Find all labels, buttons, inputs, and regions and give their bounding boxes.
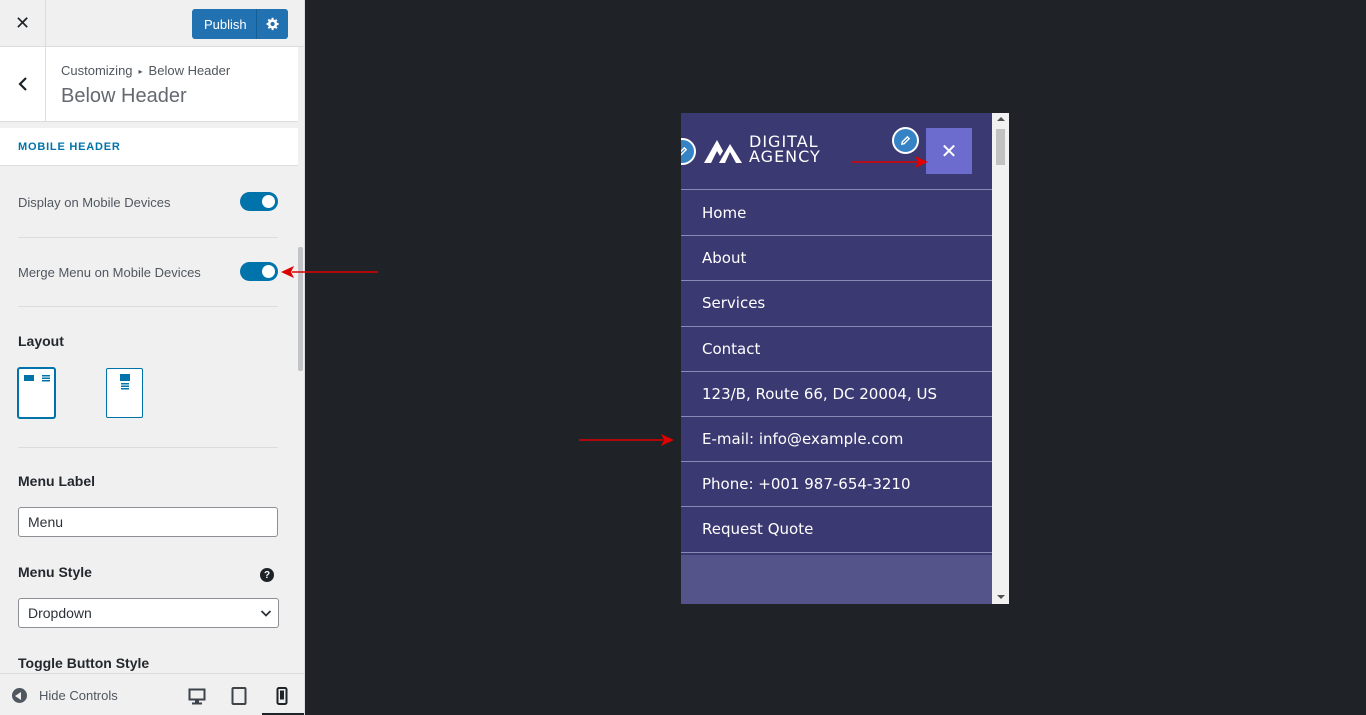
site-header: DIGITAL AGENCY ✕ [681, 113, 992, 190]
desktop-icon [188, 688, 206, 704]
menu-label-title: Menu Label [18, 473, 96, 489]
help-icon[interactable]: ? [260, 568, 274, 582]
mobile-menu: Home About Services Contact 123/B, Route… [681, 191, 992, 553]
chevron-down-icon [260, 610, 272, 617]
merge-menu-label: Merge Menu on Mobile Devices [18, 265, 201, 280]
scroll-down-icon [997, 595, 1005, 599]
sidebar-scrollbar[interactable] [298, 247, 303, 371]
publish-label: Publish [204, 16, 247, 32]
tablet-icon [231, 687, 247, 705]
preview-scrollbar[interactable] [992, 113, 1009, 604]
hide-controls-label: Hide Controls [39, 688, 118, 703]
layout-option-inline[interactable] [18, 368, 55, 418]
site-logo[interactable]: DIGITAL AGENCY [703, 134, 821, 166]
customizer-sidebar: ✕ Publish Customizing ▸ Below Header Below… [0, 0, 305, 715]
preview-mobile-button[interactable] [262, 685, 304, 715]
chevron-left-icon [17, 77, 27, 91]
layout-option-stacked[interactable] [106, 368, 143, 418]
section-header: Customizing ▸ Below Header Below Header [0, 47, 298, 122]
toggle-style-title: Toggle Button Style [18, 655, 150, 671]
layout-inline-icon [24, 375, 50, 382]
close-icon: ✕ [940, 140, 958, 163]
breadcrumb-current: Below Header [148, 63, 231, 78]
scroll-thumb[interactable] [996, 129, 1005, 165]
publish-button[interactable]: Publish [192, 9, 288, 39]
gear-icon[interactable] [257, 17, 288, 31]
layout-stacked-icon [120, 374, 130, 390]
display-mobile-toggle[interactable] [240, 192, 278, 211]
close-icon: ✕ [14, 12, 31, 33]
breadcrumb-arrow-icon: ▸ [138, 67, 143, 76]
section-title: Below Header [61, 85, 187, 107]
menu-item-home[interactable]: Home [681, 191, 992, 237]
hero-image-peek [681, 555, 992, 604]
logo-text-line2: AGENCY [749, 147, 821, 166]
edit-shortcut-pencil-icon[interactable] [681, 138, 696, 165]
layout-title: Layout [18, 333, 64, 349]
mobile-icon [276, 687, 288, 705]
hide-controls-button[interactable]: Hide Controls [12, 688, 118, 703]
controls-panel: MOBILE HEADER Display on Mobile Devices … [0, 128, 298, 673]
annotation-arrow-email [579, 434, 674, 446]
scroll-up-icon [997, 117, 1005, 121]
preview-tablet-button[interactable] [228, 685, 250, 707]
panel-heading: MOBILE HEADER [0, 128, 298, 166]
preview-desktop-button[interactable] [186, 685, 208, 707]
edit-shortcut-menu-pencil-icon[interactable] [892, 127, 919, 154]
breadcrumb: Customizing ▸ Below Header [61, 63, 230, 78]
customizer-topbar: ✕ Publish [0, 0, 304, 47]
menu-item-about[interactable]: About [681, 236, 992, 282]
menu-style-title: Menu Style [18, 564, 92, 580]
menu-style-value: Dropdown [28, 605, 92, 621]
display-mobile-label: Display on Mobile Devices [18, 195, 171, 210]
menu-style-select[interactable]: Dropdown [18, 598, 279, 628]
menu-item-services[interactable]: Services [681, 281, 992, 327]
menu-item-phone[interactable]: Phone: +001 987-654-3210 [681, 462, 992, 508]
logo-mark-icon [704, 140, 742, 163]
mobile-preview-frame: DIGITAL AGENCY ✕ Home About Services Con… [681, 113, 1009, 604]
breadcrumb-root: Customizing [61, 63, 133, 78]
collapse-arrow-icon [12, 688, 27, 703]
close-customizer-button[interactable]: ✕ [0, 0, 46, 46]
back-button[interactable] [0, 47, 46, 121]
menu-item-contact[interactable]: Contact [681, 327, 992, 372]
menu-toggle-close-button[interactable]: ✕ [926, 128, 972, 174]
menu-item-email[interactable]: E-mail: info@example.com [681, 417, 992, 463]
merge-menu-toggle[interactable] [240, 262, 278, 281]
customizer-footer: Hide Controls [0, 673, 304, 715]
menu-label-input[interactable]: Menu [18, 507, 278, 537]
menu-item-request-quote[interactable]: Request Quote [681, 507, 992, 553]
menu-item-address: 123/B, Route 66, DC 20004, US [681, 372, 992, 417]
site-preview: DIGITAL AGENCY ✕ Home About Services Con… [681, 113, 992, 604]
